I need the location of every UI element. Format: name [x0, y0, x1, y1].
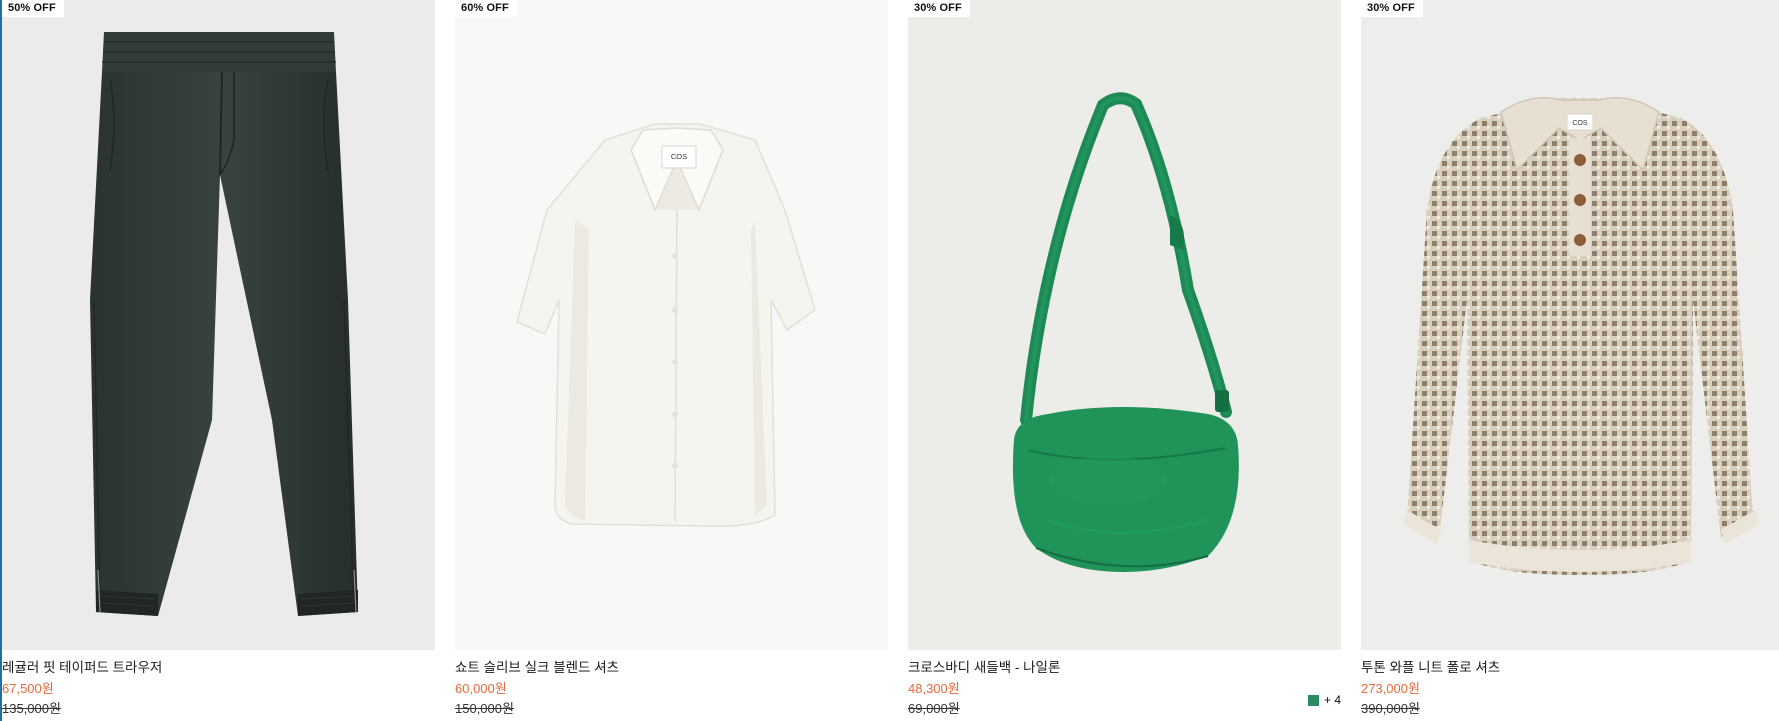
original-price: 390,000원: [1361, 701, 1420, 716]
product-info-1: 레귤러 핏 테이퍼드 트라우저 67,500원 135,000원: [2, 650, 435, 721]
product-card-3[interactable]: 30% OFF 크로스바디 새들백 - 나일론 48,300원 69,000원 …: [908, 0, 1341, 721]
color-swatch-green[interactable]: [1307, 694, 1319, 706]
discount-badge: 30% OFF: [1361, 0, 1423, 17]
sale-price: 60,000원: [455, 681, 507, 696]
shirt-image: COS: [516, 123, 816, 528]
product-info-3: 크로스바디 새들백 - 나일론 48,300원 69,000원 + 4: [908, 650, 1341, 721]
product-grid: 50% OFF 레귤러 핏 테이퍼드 트라우저 67,500원 135,000원: [2, 0, 1779, 721]
discount-badge: 60% OFF: [455, 0, 517, 17]
knit-polo-image: COS: [1403, 97, 1759, 575]
original-price: 135,000원: [2, 701, 61, 716]
sale-price: 48,300원: [908, 681, 960, 696]
product-name[interactable]: 크로스바디 새들백 - 나일론: [908, 659, 1341, 677]
product-card-4[interactable]: COS 30% OFF 투톤 와플 니트 폴로 셔츠 273,000원 390,…: [1361, 0, 1779, 721]
product-image-4[interactable]: COS 30% OFF: [1361, 0, 1779, 650]
color-swatches[interactable]: + 4: [1307, 693, 1341, 707]
more-colors-count[interactable]: + 4: [1324, 693, 1341, 707]
product-name[interactable]: 레귤러 핏 테이퍼드 트라우저: [2, 659, 435, 677]
shirt-brand-label: COS: [671, 152, 687, 161]
product-name[interactable]: 투톤 와플 니트 폴로 셔츠: [1361, 659, 1779, 677]
product-listing-page: 50% OFF 레귤러 핏 테이퍼드 트라우저 67,500원 135,000원: [0, 0, 1779, 721]
original-price: 150,000원: [455, 701, 514, 716]
polo-brand-label: COS: [1572, 120, 1588, 127]
product-name[interactable]: 쇼트 슬리브 실크 블렌드 셔츠: [455, 659, 888, 677]
discount-badge: 50% OFF: [2, 0, 64, 17]
discount-badge: 30% OFF: [908, 0, 970, 17]
product-image-1[interactable]: 50% OFF: [2, 0, 435, 650]
product-card-1[interactable]: 50% OFF 레귤러 핏 테이퍼드 트라우저 67,500원 135,000원: [2, 0, 435, 721]
product-info-2: 쇼트 슬리브 실크 블렌드 셔츠 60,000원 150,000원: [455, 650, 888, 721]
crossbody-bag-image: [1012, 92, 1239, 572]
trousers-image: [90, 32, 358, 616]
product-info-4: 투톤 와플 니트 폴로 셔츠 273,000원 390,000원: [1361, 650, 1779, 721]
product-image-2[interactable]: COS 60% OFF: [455, 0, 888, 650]
product-image-3[interactable]: 30% OFF: [908, 0, 1341, 650]
original-price: 69,000원: [908, 701, 960, 716]
product-card-2[interactable]: COS 60% OFF 쇼트 슬리브 실크 블렌드 셔츠 60,000원 150…: [455, 0, 888, 721]
sale-price: 273,000원: [1361, 681, 1420, 696]
sale-price: 67,500원: [2, 681, 54, 696]
